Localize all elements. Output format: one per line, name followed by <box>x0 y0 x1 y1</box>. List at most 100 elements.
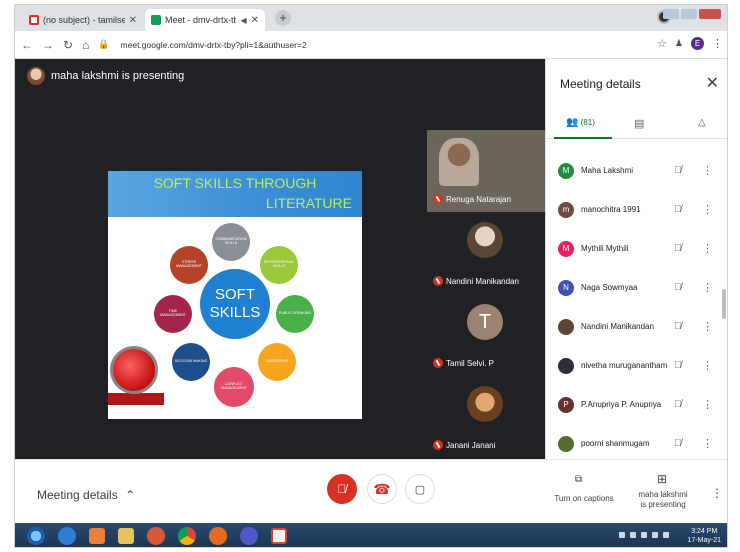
hang-up-icon: ☎ <box>373 480 391 497</box>
tile-name: Janani Janani <box>433 440 495 450</box>
tile-name: Nandini Manikandan <box>433 276 519 286</box>
lock-icon: 🔒 <box>98 39 110 49</box>
list-item[interactable]: N Naga Sowmyaa 🎙̸ ⋮ <box>546 268 727 307</box>
list-item[interactable]: poorni shanmugam 🎙̸ ⋮ <box>546 424 727 463</box>
more-options-icon[interactable]: ⋮ <box>702 242 713 255</box>
tab-activities[interactable]: △ <box>698 117 706 128</box>
chrome-icon[interactable] <box>178 527 196 545</box>
minimize-button[interactable] <box>663 9 679 19</box>
list-item[interactable]: P P.Anupriya P. Anupriya 🎙̸ ⋮ <box>546 385 727 424</box>
close-tab-icon[interactable]: ✕ <box>251 15 259 26</box>
app-icon[interactable] <box>147 527 165 545</box>
bubble-interpersonal: INTERPERSONAL SKILLS <box>260 246 298 284</box>
mic-off-icon: 🎙̸ <box>674 360 682 371</box>
participant-name: poorni shanmugam <box>581 439 650 448</box>
captions-icon[interactable]: ⧉ <box>575 474 582 485</box>
tab-chat[interactable]: ▤ <box>634 117 644 130</box>
mic-toggle-button[interactable]: 🎙̸ <box>327 474 357 504</box>
media-player-icon[interactable] <box>89 528 105 544</box>
end-call-button[interactable]: ☎ <box>367 474 397 504</box>
bookmark-star-icon[interactable]: ☆ <box>657 37 667 50</box>
back-icon[interactable]: ← <box>21 38 33 52</box>
tray-icon[interactable] <box>630 532 636 538</box>
tile-name: Tamil Selvi. P <box>433 358 494 368</box>
tile-name-text: Nandini Manikandan <box>446 276 519 286</box>
address-bar[interactable]: meet.google.com/dmv-drtx-tby?pli=1&authu… <box>121 40 307 50</box>
meeting-details-button[interactable]: Meeting details ⌃ <box>37 488 135 502</box>
participant-tile[interactable]: Janani Janani <box>427 376 545 458</box>
tile-name-text: Renuga Natarajan <box>446 194 511 204</box>
mic-off-icon: 🎙̸ <box>674 165 682 176</box>
active-tab-indicator <box>554 137 612 139</box>
list-item[interactable]: M Maha Lakshmi 🎙̸ ⋮ <box>546 151 727 190</box>
clock-time: 3:24 PM <box>691 528 718 535</box>
presenting-line1: maha lakshmi <box>638 490 688 499</box>
mic-off-icon: 🎙̸ <box>674 282 682 293</box>
participant-tile[interactable]: Nandini Manikandan <box>427 212 545 294</box>
tray-icon[interactable] <box>641 532 647 538</box>
close-tab-icon[interactable]: ✕ <box>129 15 137 26</box>
bell-base-image <box>108 393 164 405</box>
tab-people[interactable]: 👥 (81) <box>566 117 595 128</box>
participant-name: Mythili Mythili <box>581 244 629 253</box>
teams-icon[interactable] <box>240 527 258 545</box>
people-count: (81) <box>580 118 595 127</box>
list-item[interactable]: M Mythili Mythili 🎙̸ ⋮ <box>546 229 727 268</box>
more-options-icon[interactable]: ⋮ <box>702 359 713 372</box>
browser-tab-meet[interactable]: Meet - dmv-drtx-tby ◀ ✕ <box>145 9 265 31</box>
more-options-icon[interactable]: ⋮ <box>711 486 723 500</box>
firefox-icon[interactable] <box>209 527 227 545</box>
more-options-icon[interactable]: ⋮ <box>702 320 713 333</box>
tile-name-text: Janani Janani <box>446 440 496 450</box>
participant-avatar <box>467 222 503 258</box>
audio-icon[interactable]: ◀ <box>240 16 246 25</box>
presenter-avatar <box>27 67 45 85</box>
slide-title-line1: SOFT SKILLS THROUGH <box>153 175 317 191</box>
more-options-icon[interactable]: ⋮ <box>702 437 713 450</box>
forward-icon[interactable]: → <box>42 38 54 52</box>
home-icon[interactable]: ⌂ <box>82 38 89 52</box>
internet-explorer-icon[interactable] <box>58 527 76 545</box>
profile-avatar[interactable]: E <box>691 37 704 50</box>
presenting-button[interactable]: maha lakshmi is presenting <box>627 490 699 510</box>
participant-avatar <box>558 435 574 452</box>
close-icon[interactable]: ✕ <box>706 73 719 93</box>
tray-icon[interactable] <box>619 532 625 538</box>
bubble-time: TIME MANAGEMENT <box>154 295 192 333</box>
close-window-button[interactable] <box>699 9 721 19</box>
volume-icon[interactable] <box>663 532 669 538</box>
captions-button-label[interactable]: Turn on captions <box>549 494 619 504</box>
list-item[interactable]: m manochitra 1991 🎙̸ ⋮ <box>546 190 727 229</box>
menu-dots-icon[interactable]: ⋮ <box>712 37 723 50</box>
reload-icon[interactable]: ↻ <box>63 38 73 52</box>
participant-tile[interactable]: T Tamil Selvi. P <box>427 294 545 376</box>
file-explorer-icon[interactable] <box>118 528 134 544</box>
extension-icon[interactable]: ♟ <box>675 38 683 49</box>
maximize-button[interactable] <box>681 9 697 19</box>
start-button-icon[interactable] <box>27 527 45 545</box>
camera-toggle-button[interactable]: ▢ <box>405 474 435 504</box>
participant-name: Nandini Manikandan <box>581 322 654 331</box>
more-options-icon[interactable]: ⋮ <box>702 281 713 294</box>
tile-name: Renuga Natarajan <box>433 194 511 204</box>
more-options-icon[interactable]: ⋮ <box>702 203 713 216</box>
bubble-conflict: CONFLICT MANAGEMENT <box>214 367 254 407</box>
list-item[interactable]: Nandini Manikandan 🎙̸ ⋮ <box>546 307 727 346</box>
new-tab-button[interactable]: + <box>275 10 291 26</box>
more-options-icon[interactable]: ⋮ <box>702 398 713 411</box>
network-icon[interactable] <box>652 532 658 538</box>
participant-avatar <box>558 318 574 335</box>
system-clock[interactable]: 3:24 PM 17-May-21 <box>688 527 721 545</box>
chrome-active-icon[interactable] <box>271 528 287 544</box>
list-item[interactable]: nivetha muruganantham 🎙̸ ⋮ <box>546 346 727 385</box>
participant-tile[interactable]: Renuga Natarajan <box>427 130 545 212</box>
more-options-icon[interactable]: ⋮ <box>702 164 713 177</box>
mic-off-icon: 🎙̸ <box>674 399 682 410</box>
browser-toolbar: ← → ↻ ⌂ 🔒 meet.google.com/dmv-drtx-tby?p… <box>15 31 727 59</box>
participant-name: P.Anupriya P. Anupriya <box>581 400 662 409</box>
meet-icon <box>151 15 161 25</box>
window-controls <box>663 9 721 19</box>
browser-tab-gmail[interactable]: (no subject) - tamilselvirapunzel ✕ <box>23 9 143 31</box>
panel-scrollbar[interactable] <box>722 289 726 319</box>
present-icon[interactable]: ⊞ <box>657 472 667 486</box>
